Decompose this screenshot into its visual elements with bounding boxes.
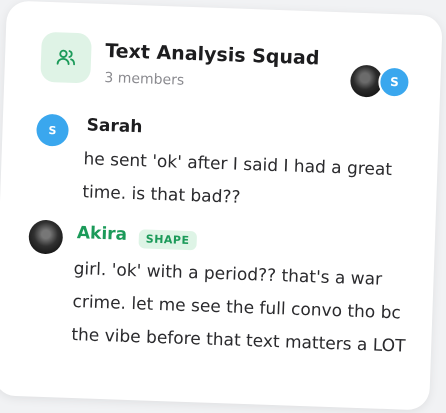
- sender-name-sarah: Sarah: [86, 115, 143, 138]
- member-count: 3 members: [104, 69, 185, 89]
- group-title: Text Analysis Squad: [104, 39, 320, 70]
- avatar-s: S: [377, 65, 411, 99]
- sarah-avatar: S: [35, 113, 70, 147]
- users-icon: [56, 49, 76, 66]
- shape-badge: SHAPE: [138, 229, 197, 251]
- chat-card: Text Analysis Squad 3 members S S Sarah …: [0, 0, 443, 411]
- message-text: he sent 'ok' after I said I had a great …: [82, 149, 393, 208]
- sender-name-akira: Akira: [76, 223, 128, 245]
- group-icon-tile: [40, 31, 92, 84]
- member-avatars[interactable]: S: [349, 64, 413, 101]
- akira-avatar: [28, 219, 64, 255]
- message-text: girl. 'ok' with a period?? that's a war …: [71, 259, 406, 357]
